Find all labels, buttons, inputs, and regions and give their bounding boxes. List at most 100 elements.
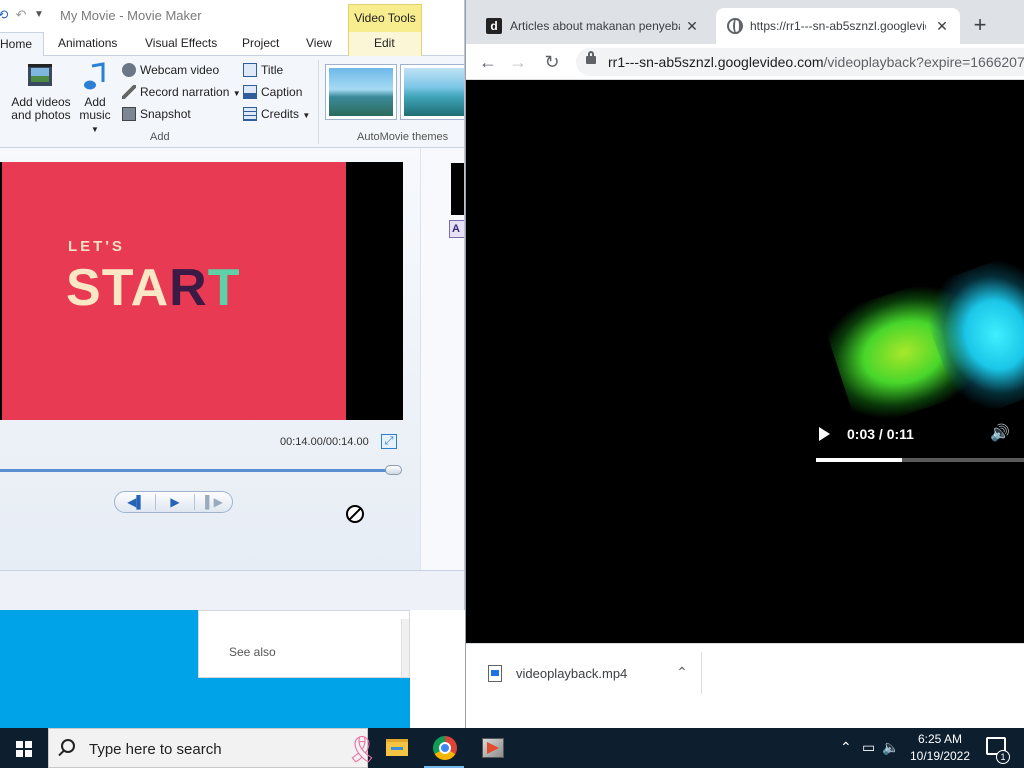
video-progress-fill <box>816 458 902 462</box>
preview-video[interactable]: LET'S START <box>0 162 403 420</box>
close-tab-icon[interactable]: ✕ <box>684 8 700 44</box>
play-button[interactable]: ▶ <box>156 492 194 512</box>
lets-text: LET'S <box>68 238 125 255</box>
undo-icon[interactable]: ↶ <box>14 8 28 22</box>
storyboard-clip-thumbnail[interactable] <box>451 163 464 215</box>
tab-animations[interactable]: Animations <box>58 36 117 50</box>
taskbar-chrome[interactable] <box>420 728 468 768</box>
storyboard-pane: A <box>420 148 464 570</box>
add-videos-and-photos-button[interactable]: Add videos and photos <box>10 62 72 122</box>
tab-videoplayback[interactable]: https://rr1---sn-ab5sznzl.googlevideo.co… <box>716 8 960 44</box>
url-text[interactable]: rr1---sn-ab5sznzl.googlevideo.com/videop… <box>608 54 1024 70</box>
video-player[interactable]: 0:03 / 0:11 🔊 <box>466 80 1024 643</box>
download-item[interactable]: videoplayback.mp4 ⌃ <box>474 652 702 694</box>
close-tab-icon[interactable]: ✕ <box>934 8 950 44</box>
video-file-icon <box>488 665 502 682</box>
windows-logo-pane <box>25 741 32 748</box>
storyboard-caption-marker[interactable]: A <box>449 220 464 238</box>
credits-button[interactable]: Credits ▼ <box>243 105 310 123</box>
automovie-theme-contemporary[interactable] <box>400 64 464 120</box>
title-icon <box>243 63 257 77</box>
forward-arrow-icon[interactable]: → <box>504 48 532 76</box>
webcam-video-button[interactable]: Webcam video <box>122 61 219 79</box>
start-letter: S <box>66 259 102 317</box>
clock-time[interactable]: 6:25 AM <box>898 732 982 746</box>
fullscreen-preview-icon[interactable]: ⤢ <box>381 434 397 449</box>
tab-title: https://rr1---sn-ab5sznzl.googlevideo.co… <box>750 19 926 33</box>
lock-icon[interactable] <box>586 51 596 64</box>
title-button[interactable]: Title <box>243 61 283 79</box>
chevron-up-icon[interactable]: ⌃ <box>840 739 852 756</box>
chrome-icon <box>433 736 457 760</box>
movie-maker-icon <box>482 738 504 758</box>
reload-icon[interactable]: ↻ <box>538 48 566 76</box>
next-frame-button[interactable]: ▌▶ <box>195 492 233 512</box>
chrome-bottom-area <box>466 700 1024 728</box>
tab-edit[interactable]: Edit <box>374 36 395 50</box>
playback-controls: ◀▌ ▶ ▌▶ <box>114 491 233 513</box>
automovie-theme-default[interactable] <box>325 64 397 120</box>
chrome-window: d Articles about makanan penyebab ✕ http… <box>465 0 1024 728</box>
tab-title: Articles about makanan penyebab <box>510 19 680 33</box>
add-group-label: Add <box>150 131 170 143</box>
clock-date[interactable]: 10/19/2022 <box>898 749 982 763</box>
video-progress-bar[interactable] <box>816 458 1024 462</box>
add-videos-label-2: and photos <box>11 108 71 122</box>
windows-start-icon[interactable] <box>0 728 48 768</box>
webcam-icon <box>122 63 136 77</box>
search-placeholder: Type here to search <box>89 741 222 758</box>
new-tab-button[interactable]: + <box>966 12 994 40</box>
chevron-up-icon[interactable]: ⌃ <box>672 662 692 682</box>
globe-icon <box>727 18 743 34</box>
start-title-slide: LET'S START <box>2 162 346 420</box>
previous-frame-button[interactable]: ◀▌ <box>117 492 155 512</box>
notification-count-badge: 1 <box>996 750 1010 764</box>
snapshot-button[interactable]: Snapshot <box>122 105 191 123</box>
film-photo-icon <box>28 64 52 86</box>
caption-button[interactable]: Caption <box>243 83 302 101</box>
play-icon[interactable] <box>816 424 832 444</box>
ribbon-tabs: Home Animations Visual Effects Project V… <box>0 32 464 57</box>
preview-seek-bar[interactable] <box>0 469 396 472</box>
seek-bar-thumb[interactable] <box>385 465 402 475</box>
speaker-icon[interactable]: 🔈 <box>882 739 899 756</box>
caption-icon <box>243 85 257 99</box>
tab-project[interactable]: Project <box>242 36 279 50</box>
add-music-button[interactable]: Add music ▼ <box>74 62 116 136</box>
home-ribbon: Add videos and photos Add music ▼ Webcam… <box>0 56 464 148</box>
windows-logo-pane <box>16 750 23 757</box>
taskbar: Type here to search 🎗 ⌃ ▭ 🔈 6:25 AM 10/1… <box>0 728 1024 768</box>
tab-articles[interactable]: d Articles about makanan penyebab ✕ <box>478 8 710 44</box>
tab-home[interactable]: Home <box>0 32 44 57</box>
movie-maker-window: ⟲ ↶ ▼ My Movie - Movie Maker Video Tools… <box>0 0 465 610</box>
preview-pane: LET'S START 00:14.00/00:14.00 ⤢ ◀▌ ▶ ▌▶ <box>0 148 420 570</box>
windows-logo-pane <box>25 750 32 757</box>
microphone-icon <box>122 85 136 99</box>
chrome-toolbar: ← → ↻ rr1---sn-ab5sznzl.googlevideo.com/… <box>466 44 1024 80</box>
chrome-tab-strip: d Articles about makanan penyebab ✕ http… <box>466 0 1024 44</box>
window-title: My Movie - Movie Maker <box>60 8 202 23</box>
back-arrow-icon[interactable]: ← <box>474 48 502 76</box>
app-menu-icon[interactable]: ⟲ <box>0 8 10 22</box>
background-window-area <box>410 610 465 728</box>
taskbar-movie-maker[interactable] <box>468 728 516 768</box>
see-also-scrollbar[interactable] <box>401 619 409 677</box>
quick-access-dropdown-icon[interactable]: ▼ <box>32 8 46 22</box>
record-narration-button[interactable]: Record narration ▼ <box>122 83 241 101</box>
download-shelf: videoplayback.mp4 ⌃ <box>466 643 1024 700</box>
snapshot-icon <box>122 107 136 121</box>
download-filename: videoplayback.mp4 <box>516 666 628 681</box>
tab-visual-effects[interactable]: Visual Effects <box>145 36 217 50</box>
address-bar[interactable]: rr1---sn-ab5sznzl.googlevideo.com/videop… <box>576 48 1024 76</box>
theme-preview-image <box>404 68 464 116</box>
volume-icon[interactable]: 🔊 <box>990 424 1010 444</box>
see-also-link[interactable]: See also <box>229 645 276 659</box>
start-letter: A <box>130 259 170 317</box>
movie-maker-statusbar <box>0 570 464 610</box>
network-icon[interactable]: ▭ <box>862 739 875 756</box>
system-tray: ⌃ ▭ 🔈 6:25 AM 10/19/2022 1 <box>836 728 1024 768</box>
taskbar-search-box[interactable]: Type here to search 🎗 <box>48 728 379 768</box>
taskbar-file-explorer[interactable] <box>372 728 420 768</box>
video-time-display: 0:03 / 0:11 <box>847 426 914 442</box>
tab-view[interactable]: View <box>306 36 332 50</box>
